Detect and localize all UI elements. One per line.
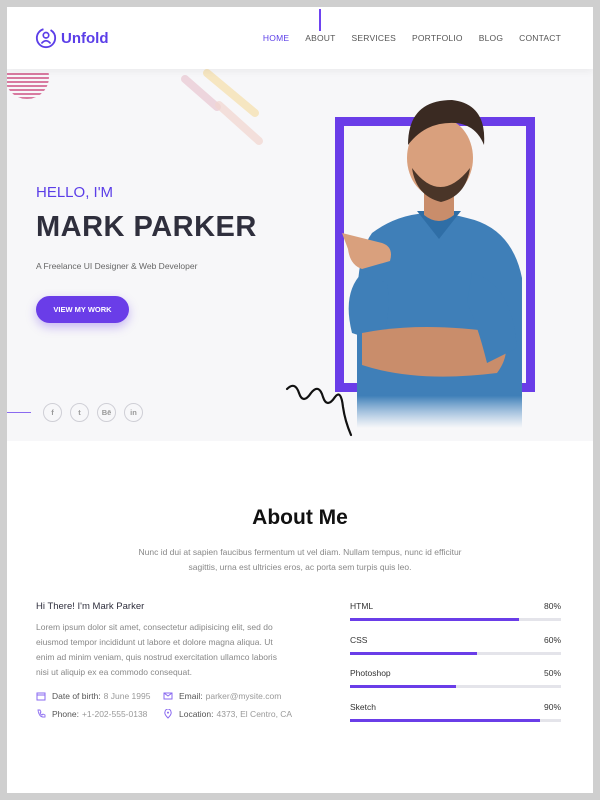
behance-icon[interactable]: Bē [97, 403, 116, 422]
nav-portfolio[interactable]: PORTFOLIO [412, 33, 463, 43]
social-links: f t Bē in [43, 403, 143, 422]
skill-name: CSS [350, 635, 368, 645]
location-label: Location: [179, 709, 214, 719]
email-value[interactable]: parker@mysite.com [206, 691, 282, 701]
nav-home[interactable]: HOME [263, 33, 289, 43]
dob-value: 8 June 1995 [103, 691, 151, 701]
skill-name: Photoshop [350, 668, 391, 678]
nav-services[interactable]: SERVICES [352, 33, 396, 43]
skill-bar [350, 618, 561, 621]
logo-icon [35, 27, 57, 49]
squiggle-decoration [285, 384, 353, 437]
header-accent-line [319, 9, 321, 31]
twitter-icon[interactable]: t [70, 403, 89, 422]
skill-bar [350, 652, 561, 655]
location-pin-icon [164, 709, 172, 719]
page: Unfold HOME ABOUT SERVICES PORTFOLIO BLO… [7, 7, 593, 793]
phone-value: +1-202-555-0138 [81, 709, 148, 719]
skill-bar-fill [350, 652, 477, 655]
about-intro: Nunc id dui at sapien faucibus fermentum… [138, 547, 462, 572]
social-divider [7, 412, 31, 413]
skill-bar-fill [350, 618, 519, 621]
info-location: Location: 4373, El Centro, CA [163, 709, 292, 719]
hero-section: HELLO, I'M MARK PARKER A Freelance UI De… [7, 69, 593, 441]
skill-sketch: Sketch 90% [350, 702, 561, 722]
info-dob: Date of birth: 8 June 1995 [36, 691, 150, 701]
mail-icon [163, 692, 173, 700]
skill-percent: 50% [543, 668, 561, 678]
skill-bar-fill [350, 719, 540, 722]
phone-icon [37, 709, 46, 718]
pastel-strokes-decoration [181, 69, 263, 145]
skill-bar-fill [350, 685, 456, 688]
logo[interactable]: Unfold [35, 27, 108, 49]
view-my-work-button[interactable]: VIEW MY WORK [36, 296, 129, 323]
facebook-icon[interactable]: f [43, 403, 62, 422]
site-header: Unfold HOME ABOUT SERVICES PORTFOLIO BLO… [7, 7, 593, 69]
calendar-icon [36, 692, 46, 701]
skill-percent: 90% [543, 702, 561, 712]
bio-heading: Hi There! I'm Mark Parker [36, 601, 145, 612]
email-label: Email: [179, 691, 203, 701]
hero-greeting: HELLO, I'M [36, 184, 114, 201]
skill-bar [350, 719, 561, 722]
hero-tagline: A Freelance UI Designer & Web Developer [36, 261, 198, 271]
skill-name: Sketch [350, 702, 376, 712]
about-title: About Me [252, 506, 348, 529]
location-value: 4373, El Centro, CA [216, 709, 293, 719]
nav-blog[interactable]: BLOG [479, 33, 503, 43]
main-nav: HOME ABOUT SERVICES PORTFOLIO BLOG CONTA… [263, 33, 561, 43]
skill-css: CSS 60% [350, 635, 561, 655]
linkedin-icon[interactable]: in [124, 403, 143, 422]
hero-name: MARK PARKER [36, 211, 257, 243]
skill-photoshop: Photoshop 50% [350, 668, 561, 688]
skill-percent: 60% [543, 635, 561, 645]
nav-contact[interactable]: CONTACT [519, 33, 561, 43]
phone-label: Phone: [52, 709, 79, 719]
info-email: Email: parker@mysite.com [163, 691, 281, 701]
info-phone: Phone: +1-202-555-0138 [36, 709, 147, 719]
skill-name: HTML [350, 601, 374, 611]
skill-bar [350, 685, 561, 688]
skill-html: HTML 80% [350, 601, 561, 621]
brand-name: Unfold [61, 29, 109, 47]
striped-circle-decoration [7, 73, 49, 99]
dob-label: Date of birth: [52, 691, 101, 701]
portrait-photo [342, 100, 522, 428]
skill-percent: 80% [543, 601, 561, 611]
bio-text: Lorem ipsum dolor sit amet, consectetur … [36, 622, 277, 677]
nav-about[interactable]: ABOUT [305, 33, 335, 43]
